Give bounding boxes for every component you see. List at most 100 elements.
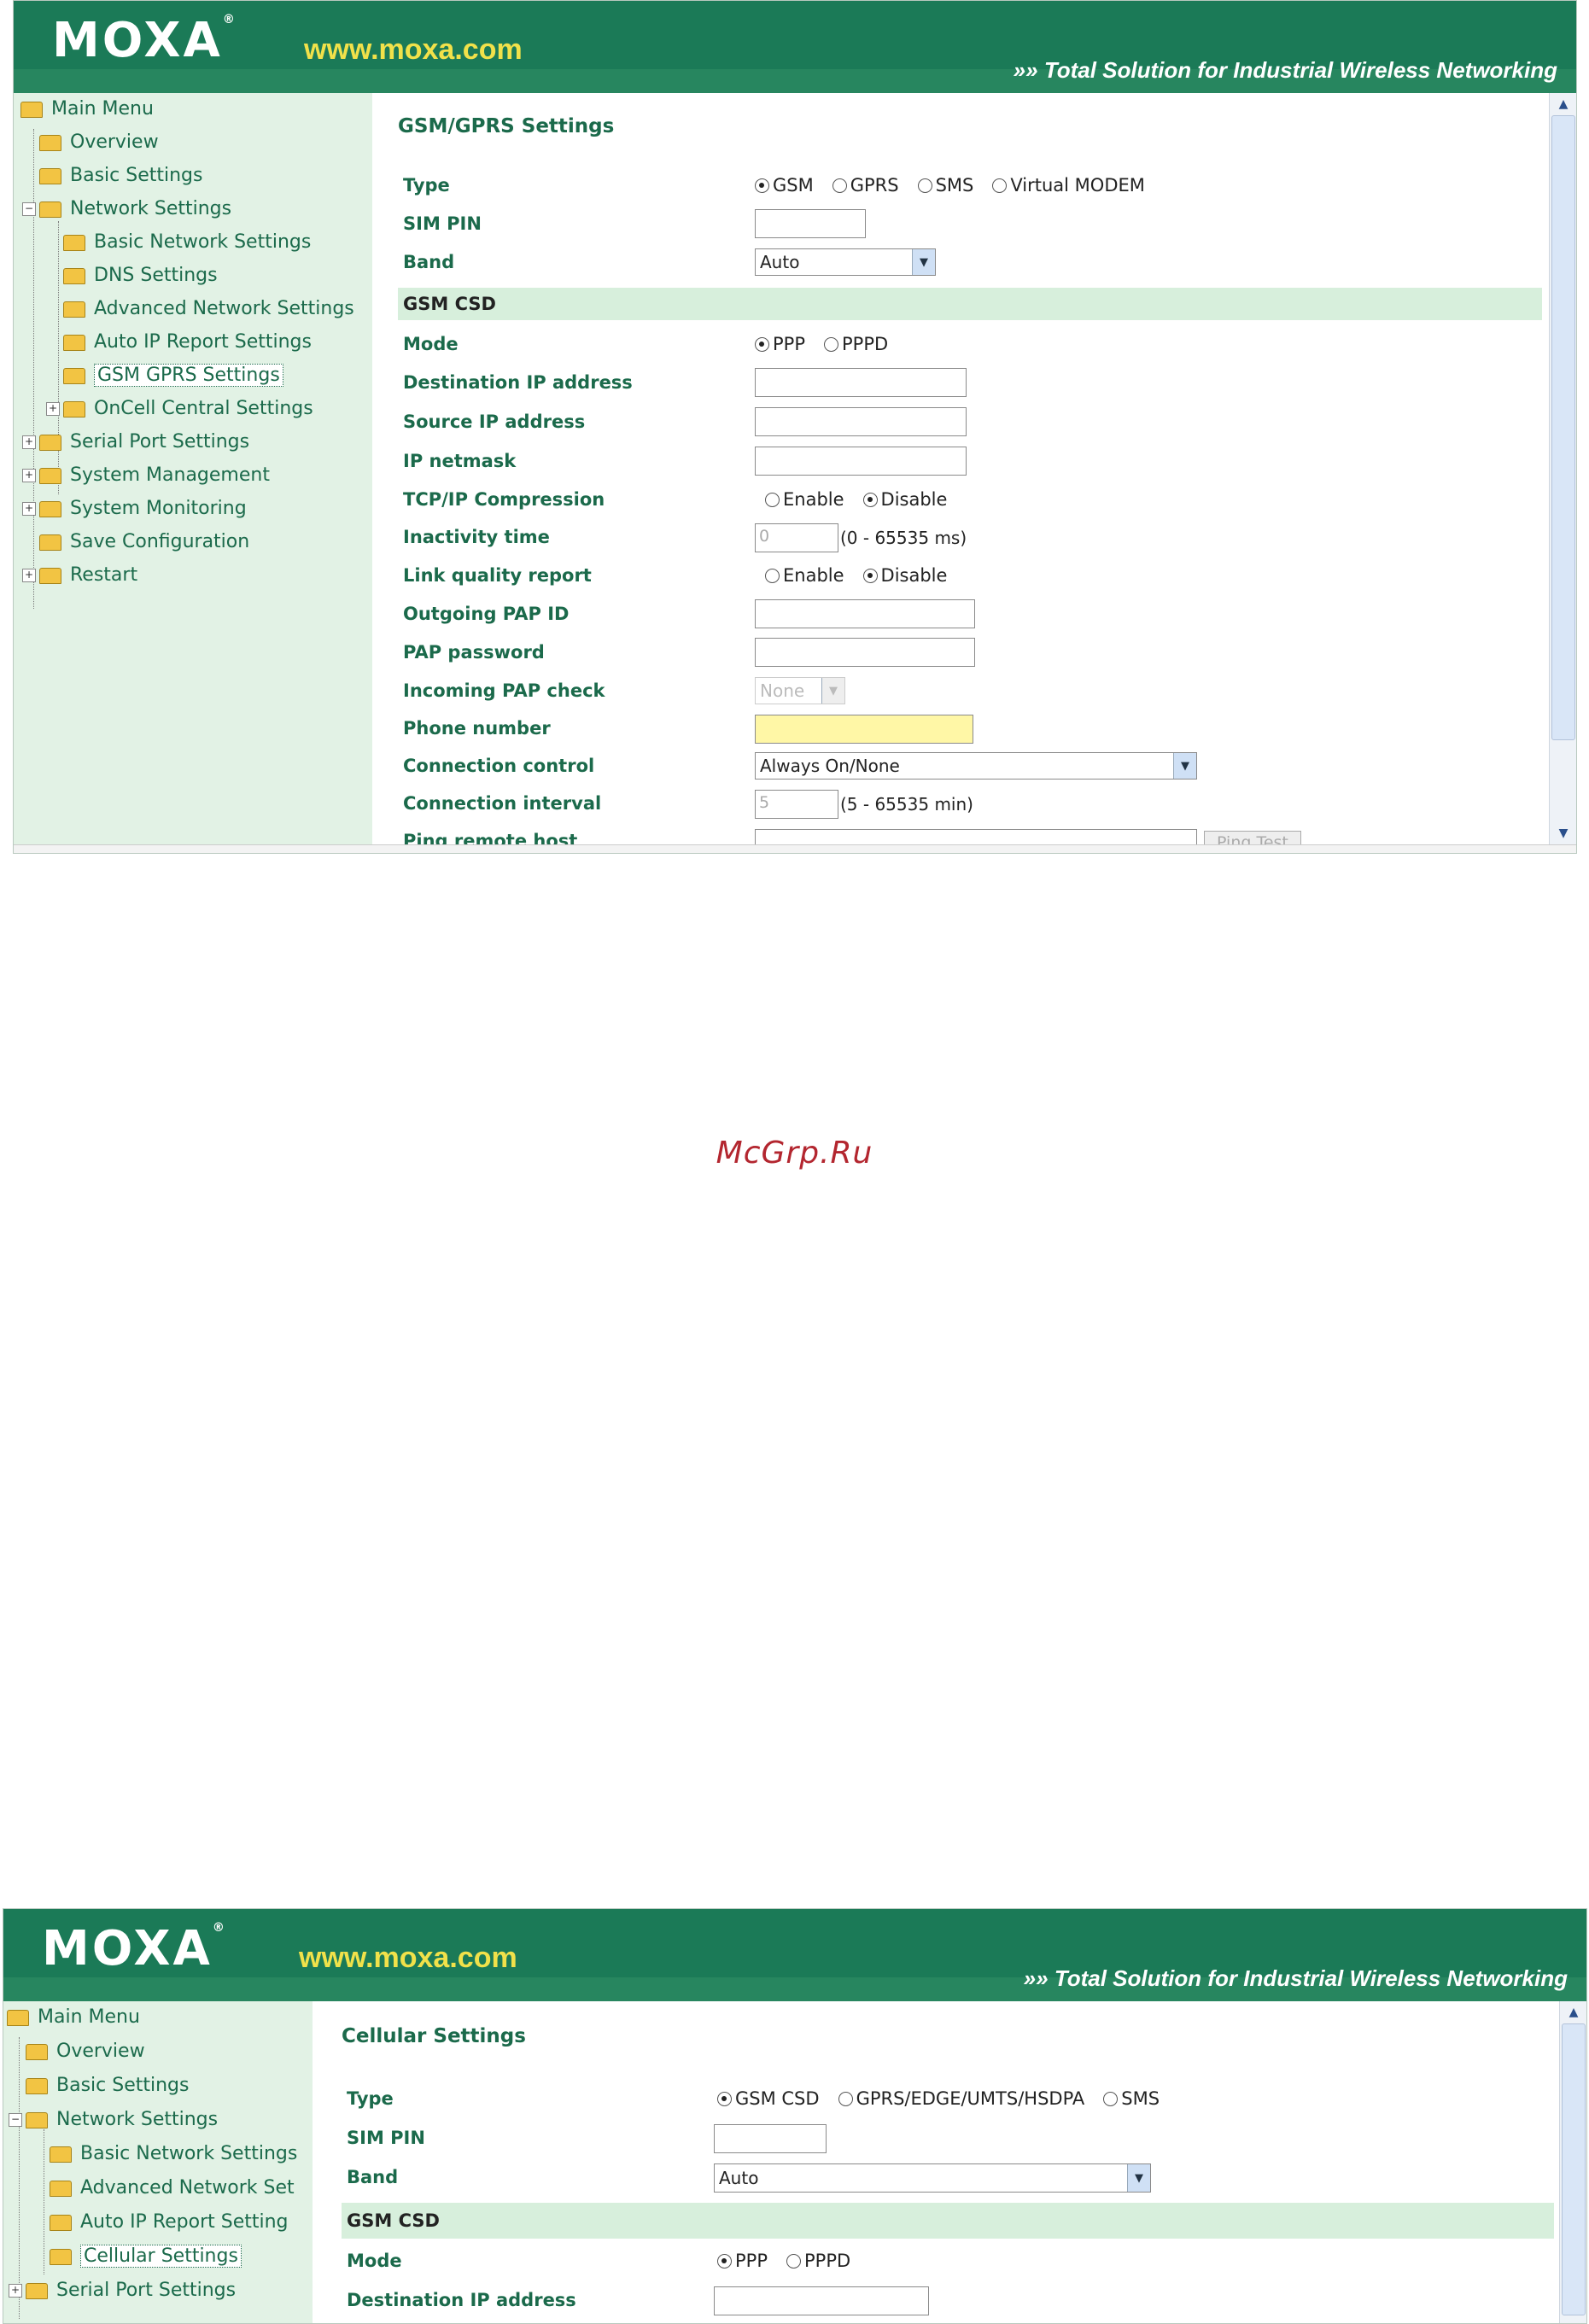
- menu-restart[interactable]: + Restart: [22, 564, 137, 586]
- expand-icon[interactable]: +: [22, 502, 36, 516]
- moxa-url[interactable]: www.moxa.com: [299, 1942, 517, 1975]
- destination-ip-input[interactable]: [755, 368, 967, 397]
- link-quality-enable[interactable]: Enable: [765, 565, 844, 586]
- menu-gsm-gprs-settings-label: GSM GPRS Settings: [94, 364, 283, 387]
- type-gsm-option[interactable]: GSM: [755, 175, 814, 196]
- expand-icon[interactable]: +: [22, 469, 36, 482]
- type-virtual-modem-option[interactable]: Virtual MODEM: [992, 175, 1145, 196]
- type-radio-group: GSM CSD GPRS/EDGE/UMTS/HSDPA SMS: [717, 2088, 1178, 2109]
- outgoing-pap-id-input[interactable]: [755, 599, 975, 628]
- ping-test-button[interactable]: Ping Test: [1204, 831, 1301, 844]
- menu-main[interactable]: Main Menu: [20, 98, 154, 120]
- sim-pin-input[interactable]: [714, 2124, 827, 2153]
- sim-pin-input[interactable]: [755, 209, 866, 238]
- menu-advanced-network-settings-label: Advanced Network Settings: [94, 298, 354, 319]
- type-sms-text: SMS: [1121, 2088, 1160, 2109]
- type-gprs-option[interactable]: GPRS: [832, 175, 899, 196]
- horizontal-scrollbar[interactable]: [14, 844, 1576, 853]
- menu-overview[interactable]: Overview: [39, 131, 159, 153]
- scrollbar-thumb[interactable]: [1551, 115, 1575, 740]
- link-quality-report-label: Link quality report: [403, 565, 592, 586]
- menu-gsm-gprs-settings[interactable]: GSM GPRS Settings: [63, 364, 283, 387]
- folder-icon: [63, 334, 85, 351]
- mode-label: Mode: [403, 334, 459, 354]
- type-sms-option[interactable]: SMS: [1103, 2088, 1160, 2109]
- type-gsm-csd-option[interactable]: GSM CSD: [717, 2088, 820, 2109]
- menu-basic-settings[interactable]: Basic Settings: [26, 2075, 189, 2096]
- tcpip-compression-disable[interactable]: Disable: [862, 489, 947, 510]
- mode-pppd-option[interactable]: PPPD: [824, 334, 888, 354]
- folder-icon: [63, 400, 85, 418]
- menu-basic-network-settings[interactable]: Basic Network Settings: [63, 231, 311, 253]
- expand-icon[interactable]: +: [22, 569, 36, 582]
- band-label: Band: [347, 2167, 399, 2187]
- incoming-pap-check-select[interactable]: None ▼: [755, 677, 845, 704]
- ip-netmask-input[interactable]: [755, 447, 967, 476]
- expand-icon[interactable]: +: [46, 402, 60, 416]
- band-select[interactable]: Auto ▼: [755, 248, 936, 276]
- inactivity-time-input[interactable]: 0: [755, 523, 838, 552]
- radio-icon: [992, 178, 1008, 193]
- collapse-icon[interactable]: −: [9, 2113, 22, 2127]
- destination-ip-input[interactable]: [714, 2286, 929, 2315]
- connection-control-select[interactable]: Always On/None ▼: [755, 752, 1197, 780]
- connection-interval-input[interactable]: 5: [755, 790, 838, 819]
- logo-text: MOXA: [42, 1921, 213, 1977]
- type-gprs-edge-option[interactable]: GPRS/EDGE/UMTS/HSDPA: [838, 2088, 1084, 2109]
- menu-system-monitoring[interactable]: + System Monitoring: [22, 498, 247, 519]
- mode-pppd-option[interactable]: PPPD: [786, 2251, 850, 2271]
- band-select[interactable]: Auto ▼: [714, 2163, 1151, 2193]
- menu-system-management[interactable]: + System Management: [22, 464, 270, 486]
- outgoing-pap-id-label: Outgoing PAP ID: [403, 604, 570, 624]
- menu-overview-label: Overview: [56, 2041, 145, 2062]
- collapse-icon[interactable]: −: [22, 202, 36, 216]
- menu-oncell-central-settings[interactable]: + OnCell Central Settings: [46, 398, 313, 419]
- mode-ppp-option[interactable]: PPP: [755, 334, 805, 354]
- ping-remote-host-input[interactable]: [755, 829, 1197, 844]
- menu-save-configuration[interactable]: Save Configuration: [39, 531, 249, 552]
- menu-advanced-network-settings[interactable]: Advanced Network Set: [50, 2177, 295, 2198]
- mode-ppp-option[interactable]: PPP: [717, 2251, 768, 2271]
- menu-cellular-settings[interactable]: Cellular Settings: [50, 2245, 242, 2268]
- phone-number-input[interactable]: [755, 715, 973, 744]
- folder-icon: [39, 500, 61, 517]
- menu-serial-port-settings[interactable]: + Serial Port Settings: [9, 2280, 236, 2301]
- scroll-up-icon[interactable]: ▲: [1560, 2003, 1586, 2022]
- menu-basic-settings[interactable]: Basic Settings: [39, 165, 202, 186]
- folder-open-icon: [20, 101, 43, 118]
- pap-password-input[interactable]: [755, 638, 975, 667]
- menu-basic-network-settings[interactable]: Basic Network Settings: [50, 2143, 297, 2164]
- menu-main[interactable]: Main Menu: [7, 2006, 140, 2028]
- menu-advanced-network-settings[interactable]: Advanced Network Settings: [63, 298, 354, 319]
- folder-icon: [26, 2282, 48, 2299]
- scroll-down-icon[interactable]: ▼: [1550, 824, 1576, 843]
- menu-serial-port-settings[interactable]: + Serial Port Settings: [22, 431, 249, 453]
- scroll-up-icon[interactable]: ▲: [1550, 95, 1576, 114]
- inactivity-time-hint: (0 - 65535 ms): [840, 528, 967, 548]
- vertical-scrollbar[interactable]: ▲: [1559, 2001, 1586, 2323]
- menu-system-management-label: System Management: [70, 464, 270, 486]
- type-sms-option[interactable]: SMS: [917, 175, 973, 196]
- menu-serial-port-settings-label: Serial Port Settings: [70, 431, 250, 453]
- menu-dns-settings[interactable]: DNS Settings: [63, 265, 218, 286]
- expand-icon[interactable]: +: [9, 2284, 22, 2298]
- menu-network-settings[interactable]: − Network Settings: [22, 198, 231, 219]
- connection-interval-hint: (5 - 65535 min): [840, 794, 973, 815]
- enable-text: Enable: [783, 489, 844, 510]
- scrollbar-thumb[interactable]: [1562, 2023, 1586, 2315]
- connection-control-value: Always On/None: [760, 756, 900, 776]
- menu-auto-ip-report-settings[interactable]: Auto IP Report Setting: [50, 2211, 289, 2233]
- expand-icon[interactable]: +: [22, 435, 36, 449]
- vertical-scrollbar[interactable]: ▲ ▼: [1549, 93, 1576, 844]
- moxa-url[interactable]: www.moxa.com: [304, 33, 523, 67]
- tcpip-compression-enable[interactable]: Enable: [765, 489, 844, 510]
- moxa-banner: MOXA® www.moxa.com »» Total Solution for…: [3, 1909, 1586, 2001]
- menu-network-settings[interactable]: − Network Settings: [9, 2109, 218, 2130]
- radio-icon: [765, 568, 780, 583]
- band-select-value: Auto: [719, 2168, 759, 2188]
- settings-content: Cellular Settings Type GSM CSD GPRS/EDGE…: [313, 2001, 1559, 2323]
- menu-overview[interactable]: Overview: [26, 2041, 145, 2062]
- menu-auto-ip-report-settings[interactable]: Auto IP Report Settings: [63, 331, 312, 353]
- source-ip-input[interactable]: [755, 407, 967, 436]
- link-quality-disable[interactable]: Disable: [862, 565, 947, 586]
